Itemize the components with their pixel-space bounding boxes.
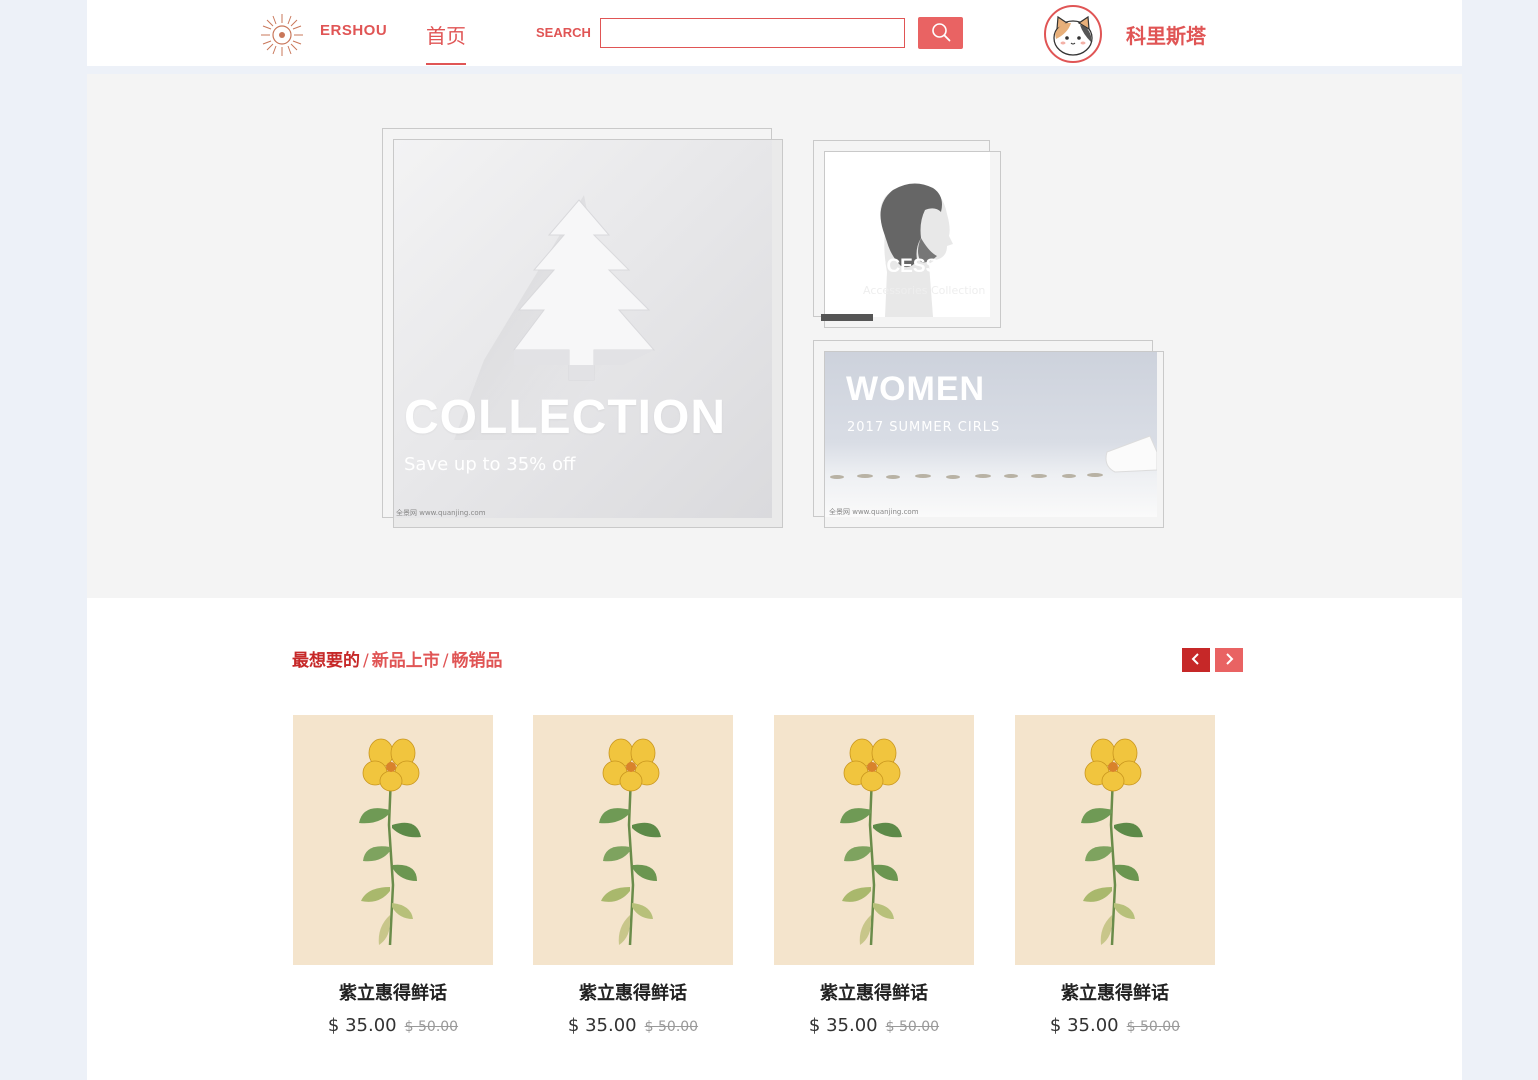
search-button[interactable] [918, 17, 963, 49]
product-card[interactable]: 紫立惠得鲜话 $ 35.00 $ 50.00 [1015, 715, 1215, 1036]
nav-home-link[interactable]: 首页 [426, 20, 466, 66]
tab-separator: / [442, 651, 449, 671]
women-card[interactable]: WOMEN 2017 SUMMER CIRLS 全景网 www.quanjing… [825, 352, 1157, 517]
product-name[interactable]: 紫立惠得鲜话 [293, 979, 493, 1005]
product-image[interactable] [293, 715, 493, 965]
carousel-next-button[interactable] [1215, 648, 1243, 672]
accessories-title: ACCESSORIES [859, 256, 990, 277]
product-image[interactable] [1015, 715, 1215, 965]
chevron-left-icon [1190, 651, 1202, 670]
search-icon [931, 22, 951, 45]
search-label: SEARCH [536, 25, 591, 40]
original-price: $ 50.00 [644, 1019, 699, 1035]
current-price: $ 35.00 [808, 1015, 878, 1036]
chevron-right-icon [1223, 651, 1235, 670]
tab-best-sellers[interactable]: 畅销品 [451, 651, 502, 671]
product-card[interactable]: 紫立惠得鲜话 $ 35.00 $ 50.00 [774, 715, 974, 1036]
user-avatar[interactable] [1044, 5, 1102, 63]
search-input[interactable] [600, 18, 905, 48]
product-name[interactable]: 紫立惠得鲜话 [774, 979, 974, 1005]
product-name[interactable]: 紫立惠得鲜话 [1015, 979, 1215, 1005]
women-watermark: 全景网 www.quanjing.com [829, 508, 919, 516]
collection-subtitle: Save up to 35% off [404, 454, 576, 475]
promo-banner: COLLECTION Save up to 35% off 全景网 www.qu… [87, 74, 1462, 598]
collection-card[interactable]: COLLECTION Save up to 35% off 全景网 www.qu… [394, 140, 772, 518]
current-price: $ 35.00 [327, 1015, 397, 1036]
product-price: $ 35.00 $ 50.00 [1015, 1015, 1215, 1036]
women-subtitle: 2017 SUMMER CIRLS [847, 420, 1001, 435]
product-card[interactable]: 紫立惠得鲜话 $ 35.00 $ 50.00 [533, 715, 733, 1036]
brand-name[interactable]: ERSHOU [320, 22, 387, 39]
page: ERSHOU 首页 SEARCH 科里斯塔 COLLECTION Save up… [87, 0, 1462, 1080]
tab-new-arrivals[interactable]: 新品上市 [372, 651, 440, 671]
sunburst-logo-icon[interactable] [259, 12, 305, 58]
accessories-caption-bar [821, 314, 873, 321]
product-image[interactable] [774, 715, 974, 965]
original-price: $ 50.00 [1126, 1019, 1181, 1035]
current-price: $ 35.00 [567, 1015, 637, 1036]
accessories-subtitle: Accessories Collection [863, 284, 986, 297]
product-price: $ 35.00 $ 50.00 [533, 1015, 733, 1036]
original-price: $ 50.00 [885, 1019, 940, 1035]
product-image[interactable] [533, 715, 733, 965]
product-price: $ 35.00 $ 50.00 [774, 1015, 974, 1036]
username[interactable]: 科里斯塔 [1126, 20, 1206, 49]
original-price: $ 50.00 [404, 1019, 459, 1035]
tab-separator: / [363, 651, 369, 671]
tab-most-wanted[interactable]: 最想要的 [292, 651, 360, 671]
carousel-prev-button[interactable] [1182, 648, 1210, 672]
product-tabs: 最想要的 / 新品上市 / 畅销品 [292, 646, 502, 671]
accessories-card[interactable]: ACCESSORIES Accessories Collection [825, 152, 990, 317]
product-card[interactable]: 紫立惠得鲜话 $ 35.00 $ 50.00 [293, 715, 493, 1036]
nav-active-indicator [426, 63, 466, 65]
top-header: ERSHOU 首页 SEARCH 科里斯塔 [87, 0, 1462, 66]
product-name[interactable]: 紫立惠得鲜话 [533, 979, 733, 1005]
collection-title: COLLECTION [404, 391, 726, 444]
women-title: WOMEN [846, 370, 986, 408]
product-price: $ 35.00 $ 50.00 [293, 1015, 493, 1036]
current-price: $ 35.00 [1049, 1015, 1119, 1036]
products-section: 最想要的 / 新品上市 / 畅销品 紫立惠得鲜话 $ 35.00 $ 50.00… [87, 598, 1462, 1080]
collection-watermark: 全景网 www.quanjing.com [396, 509, 486, 517]
